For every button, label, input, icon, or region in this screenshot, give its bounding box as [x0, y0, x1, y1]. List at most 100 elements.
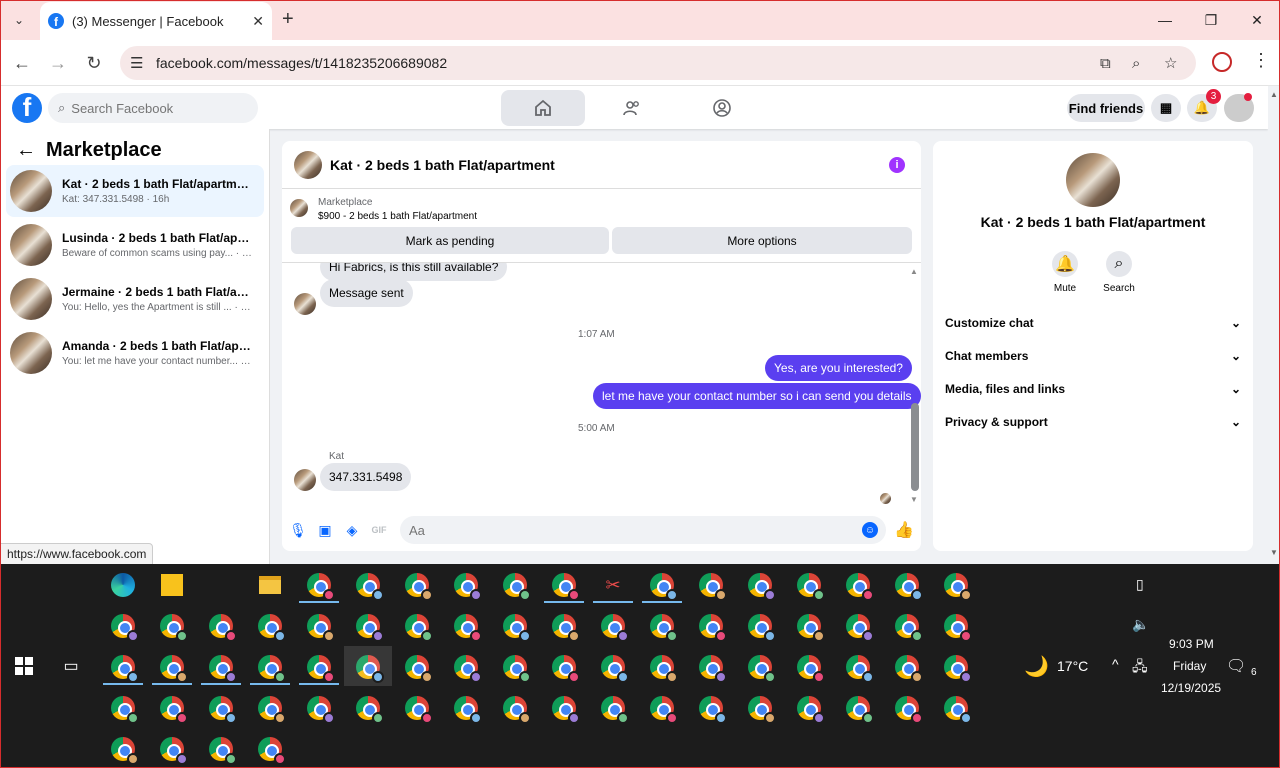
- chrome-window-icon[interactable]: [649, 654, 678, 683]
- chrome-menu-icon[interactable]: ⋮: [1252, 50, 1270, 71]
- clock-day[interactable]: Friday: [1173, 659, 1206, 673]
- chrome-window-icon[interactable]: [845, 572, 874, 601]
- chrome-window-icon[interactable]: [159, 613, 188, 642]
- chrome-window-icon[interactable]: [453, 695, 482, 724]
- conversation-item[interactable]: Kat · 2 beds 1 bath Flat/apartment Kat: 3…: [6, 165, 264, 217]
- chrome-window-icon[interactable]: [355, 695, 384, 724]
- chrome-window-icon[interactable]: [943, 613, 972, 642]
- profile-nav-icon[interactable]: [680, 90, 764, 126]
- chrome-window-icon[interactable]: [943, 572, 972, 601]
- chrome-window-icon[interactable]: [159, 654, 188, 683]
- clock-time[interactable]: 9:03 PM: [1169, 637, 1214, 651]
- chrome-window-icon[interactable]: [600, 695, 629, 724]
- message-input[interactable]: [409, 522, 849, 538]
- clock-date[interactable]: 12/19/2025: [1161, 681, 1221, 695]
- conversation-item[interactable]: Lusinda · 2 beds 1 bath Flat/apart... Bew…: [6, 219, 264, 271]
- chrome-window-icon[interactable]: [551, 613, 580, 642]
- microphone-icon[interactable]: 🎙: [289, 522, 307, 538]
- network-icon[interactable]: 🖧: [1132, 656, 1148, 680]
- emoji-icon[interactable]: ☺: [862, 522, 878, 538]
- like-icon[interactable]: 👍: [894, 522, 914, 539]
- page-scrollbar[interactable]: ▲ ▼: [1268, 86, 1280, 564]
- chrome-window-icon[interactable]: [453, 654, 482, 683]
- new-tab-button[interactable]: +: [282, 8, 294, 31]
- chevron-up-icon[interactable]: ^: [1112, 656, 1119, 672]
- chrome-window-icon[interactable]: [355, 613, 384, 642]
- chrome-window-icon[interactable]: [257, 736, 286, 765]
- find-friends-button[interactable]: Find friends: [1067, 94, 1145, 122]
- chrome-window-icon[interactable]: [306, 654, 335, 683]
- scrollbar-thumb[interactable]: [911, 403, 919, 491]
- file-explorer-icon[interactable]: [257, 572, 283, 598]
- site-info-icon[interactable]: ☰: [130, 54, 143, 72]
- chrome-window-icon[interactable]: [551, 654, 580, 683]
- home-nav-icon[interactable]: [501, 90, 585, 126]
- sticker-icon[interactable]: ◈: [344, 522, 360, 538]
- chrome-window-icon[interactable]: [551, 572, 580, 601]
- chrome-window-icon[interactable]: [306, 695, 335, 724]
- chrome-window-icon[interactable]: [796, 654, 825, 683]
- chrome-window-icon[interactable]: [600, 654, 629, 683]
- chrome-window-icon[interactable]: [257, 695, 286, 724]
- mark-pending-button[interactable]: Mark as pending: [291, 227, 609, 254]
- facebook-search[interactable]: ⌕: [48, 93, 258, 123]
- weather-icon[interactable]: 🌙: [1024, 654, 1049, 679]
- chrome-window-icon[interactable]: [649, 613, 678, 642]
- chrome-window-icon[interactable]: [698, 695, 727, 724]
- scroll-up-icon[interactable]: ▲: [910, 267, 918, 276]
- windows-start-icon[interactable]: [11, 653, 37, 679]
- facebook-logo-icon[interactable]: f: [12, 93, 42, 123]
- chrome-window-icon[interactable]: [208, 654, 237, 683]
- reload-button[interactable]: ↻: [82, 51, 106, 75]
- media-files-row[interactable]: Media, files and links ⌄: [945, 379, 1241, 399]
- chrome-window-icon[interactable]: [355, 572, 384, 601]
- notification-center-icon[interactable]: 🗨: [1226, 656, 1246, 676]
- tab-search-button[interactable]: ⌄: [6, 7, 32, 33]
- edge-icon[interactable]: [110, 572, 136, 598]
- snipping-tool-icon[interactable]: ✂: [600, 572, 626, 598]
- chrome-window-icon[interactable]: [110, 736, 139, 765]
- bell-icon[interactable]: 🔔: [1052, 251, 1078, 277]
- chrome-window-icon[interactable]: [257, 654, 286, 683]
- chrome-window-icon[interactable]: [894, 613, 923, 642]
- chrome-window-icon[interactable]: [943, 695, 972, 724]
- chrome-window-icon[interactable]: [943, 654, 972, 683]
- contact-avatar[interactable]: [1066, 153, 1120, 207]
- friends-nav-icon[interactable]: [590, 90, 674, 126]
- chrome-window-icon[interactable]: [894, 572, 923, 601]
- chrome-window-icon[interactable]: [845, 654, 874, 683]
- chrome-window-icon[interactable]: [208, 736, 237, 765]
- search-input[interactable]: [71, 100, 232, 116]
- chrome-window-icon[interactable]: [208, 613, 237, 642]
- chrome-window-icon[interactable]: [796, 695, 825, 724]
- chrome-window-icon[interactable]: [894, 654, 923, 683]
- close-window-button[interactable]: ✕: [1234, 0, 1280, 40]
- back-button[interactable]: ←: [10, 51, 34, 75]
- chrome-window-icon[interactable]: [257, 613, 286, 642]
- chrome-window-icon[interactable]: [502, 613, 531, 642]
- menu-grid-icon[interactable]: ▦: [1151, 94, 1181, 122]
- chat-title[interactable]: Kat · 2 beds 1 bath Flat/apartment: [330, 157, 555, 173]
- chrome-window-icon[interactable]: [698, 654, 727, 683]
- bookmark-star-icon[interactable]: ☆: [1164, 54, 1177, 72]
- close-tab-icon[interactable]: ✕: [252, 13, 264, 30]
- gif-icon[interactable]: GIF: [371, 522, 387, 538]
- address-bar[interactable]: ☰ facebook.com/messages/t/14182352066890…: [120, 46, 1196, 80]
- info-icon[interactable]: i: [889, 157, 905, 173]
- chrome-window-icon[interactable]: [551, 695, 580, 724]
- chrome-window-icon[interactable]: [600, 613, 629, 642]
- search-icon[interactable]: ⌕: [1106, 251, 1132, 277]
- chrome-window-icon[interactable]: [502, 572, 531, 601]
- privacy-support-row[interactable]: Privacy & support ⌄: [945, 412, 1241, 432]
- message-scrollbar[interactable]: ▲ ▼: [907, 263, 921, 509]
- chrome-window-icon[interactable]: [796, 613, 825, 642]
- chrome-window-icon[interactable]: [747, 572, 776, 601]
- chrome-window-icon[interactable]: [698, 572, 727, 601]
- chrome-window-icon[interactable]: [159, 736, 188, 765]
- chrome-window-icon[interactable]: [502, 654, 531, 683]
- photo-icon[interactable]: ▣: [317, 522, 333, 538]
- search-action[interactable]: ⌕ Search: [1099, 251, 1139, 294]
- temperature[interactable]: 17°C: [1057, 658, 1088, 674]
- customize-chat-row[interactable]: Customize chat ⌄: [945, 313, 1241, 333]
- chat-avatar[interactable]: [294, 150, 322, 179]
